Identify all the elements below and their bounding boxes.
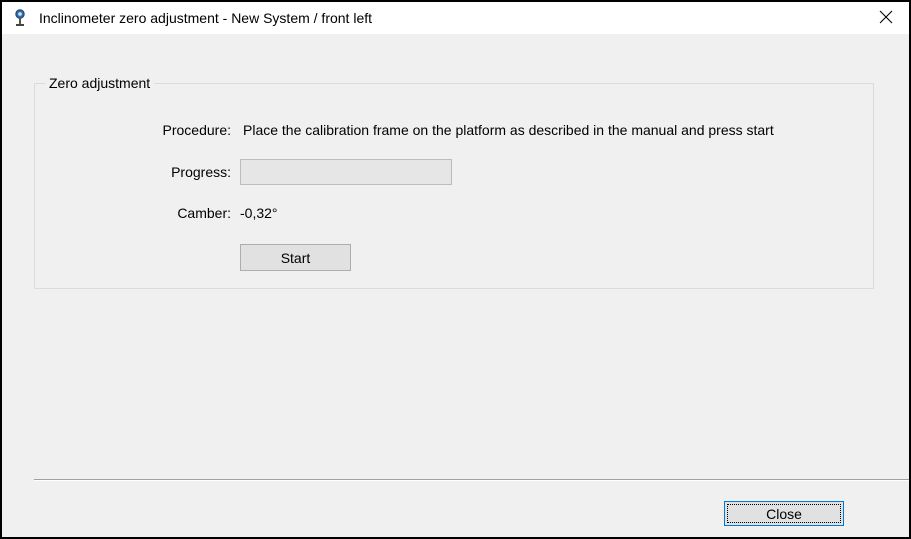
groupbox-title: Zero adjustment bbox=[45, 75, 155, 91]
bottom-separator bbox=[34, 479, 909, 481]
start-button[interactable]: Start bbox=[240, 244, 351, 271]
camber-label: Camber: bbox=[177, 205, 231, 221]
camber-value: -0,32° bbox=[240, 205, 278, 221]
dialog-client-area: Inclinometer zero adjustment - New Syste… bbox=[2, 2, 909, 537]
dialog-window: Inclinometer zero adjustment - New Syste… bbox=[0, 0, 911, 539]
title-bar[interactable]: Inclinometer zero adjustment - New Syste… bbox=[2, 2, 909, 34]
close-icon bbox=[879, 10, 893, 27]
close-button[interactable]: Close bbox=[724, 501, 844, 526]
inclinometer-app-icon bbox=[12, 9, 28, 27]
window-title: Inclinometer zero adjustment - New Syste… bbox=[39, 10, 373, 26]
procedure-text: Place the calibration frame on the platf… bbox=[243, 122, 774, 138]
procedure-label: Procedure: bbox=[162, 122, 231, 138]
progress-bar bbox=[240, 159, 452, 185]
window-close-button[interactable] bbox=[863, 2, 909, 34]
zero-adjustment-groupbox bbox=[34, 83, 874, 289]
progress-label: Progress: bbox=[171, 164, 231, 180]
